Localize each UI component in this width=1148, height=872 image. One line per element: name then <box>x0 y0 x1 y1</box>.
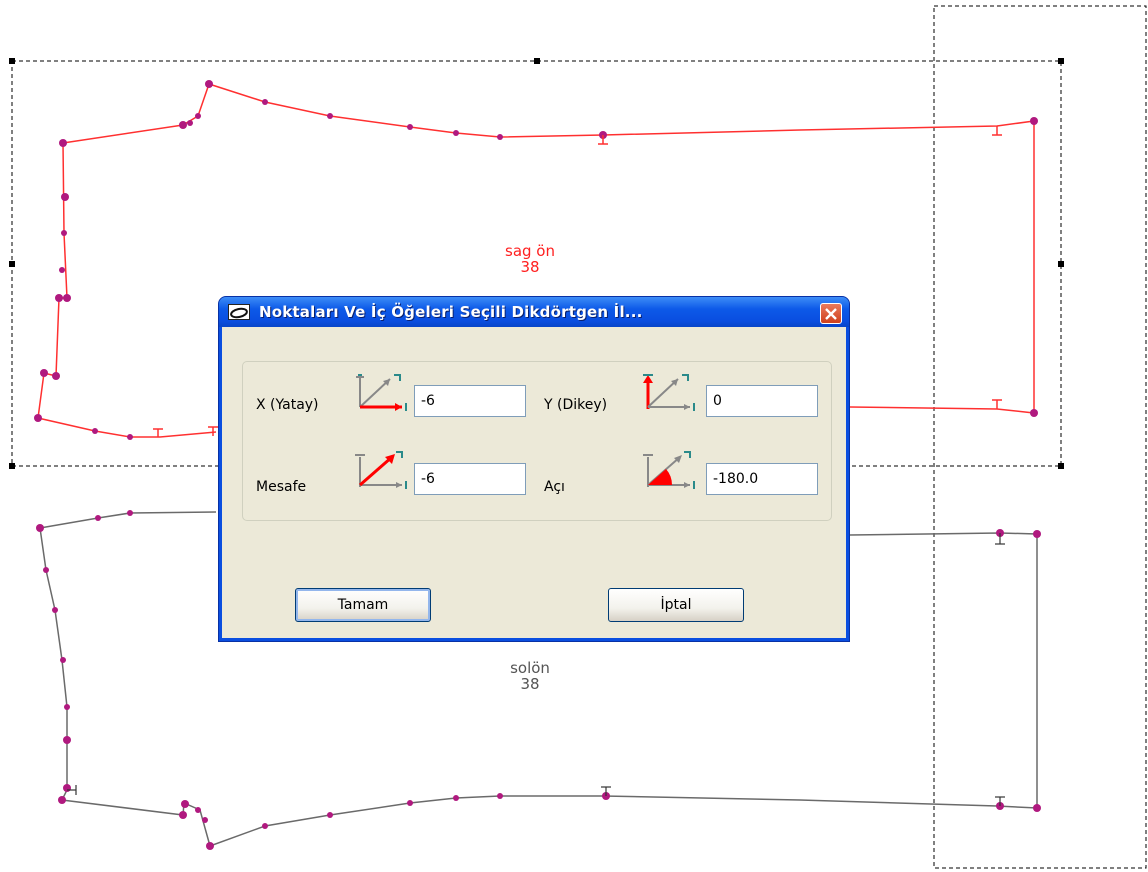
x-axis-icon <box>356 374 407 411</box>
x-offset-input[interactable] <box>414 385 526 417</box>
top-piece-name: sag ön <box>505 242 555 260</box>
y-label: Y (Dikey) <box>544 397 608 413</box>
move-dialog: Noktaları Ve İç Öğeleri Seçili Dikdörtge… <box>218 296 850 642</box>
y-offset-input[interactable] <box>706 385 818 417</box>
dialog-body: X (Yatay) Y (Dikey) Mesafe <box>222 327 846 638</box>
secondary-frame <box>933 5 1147 869</box>
dialog-titlebar[interactable]: Noktaları Ve İç Öğeleri Seçili Dikdörtge… <box>219 297 849 327</box>
distance-input[interactable] <box>414 463 526 495</box>
angle-icon <box>643 451 695 489</box>
bottom-piece-label: solön 38 <box>490 660 570 692</box>
top-piece-size: 38 <box>520 258 540 276</box>
dialog-title: Noktaları Ve İç Öğeleri Seçili Dikdörtge… <box>259 303 643 321</box>
close-button[interactable] <box>820 303 842 324</box>
ok-button[interactable]: Tamam <box>295 588 431 622</box>
angle-input[interactable] <box>706 463 818 495</box>
close-icon <box>825 308 837 320</box>
cancel-button[interactable]: İptal <box>608 588 744 622</box>
bottom-piece-size: 38 <box>520 675 540 693</box>
y-axis-icon <box>643 374 695 411</box>
x-label: X (Yatay) <box>256 397 319 413</box>
distance-label: Mesafe <box>256 479 307 495</box>
top-piece-label: sag ön 38 <box>490 243 570 275</box>
bottom-piece-name: solön <box>510 659 550 677</box>
distance-icon <box>355 451 407 489</box>
app-icon <box>228 304 250 320</box>
angle-label: Açı <box>544 479 565 495</box>
